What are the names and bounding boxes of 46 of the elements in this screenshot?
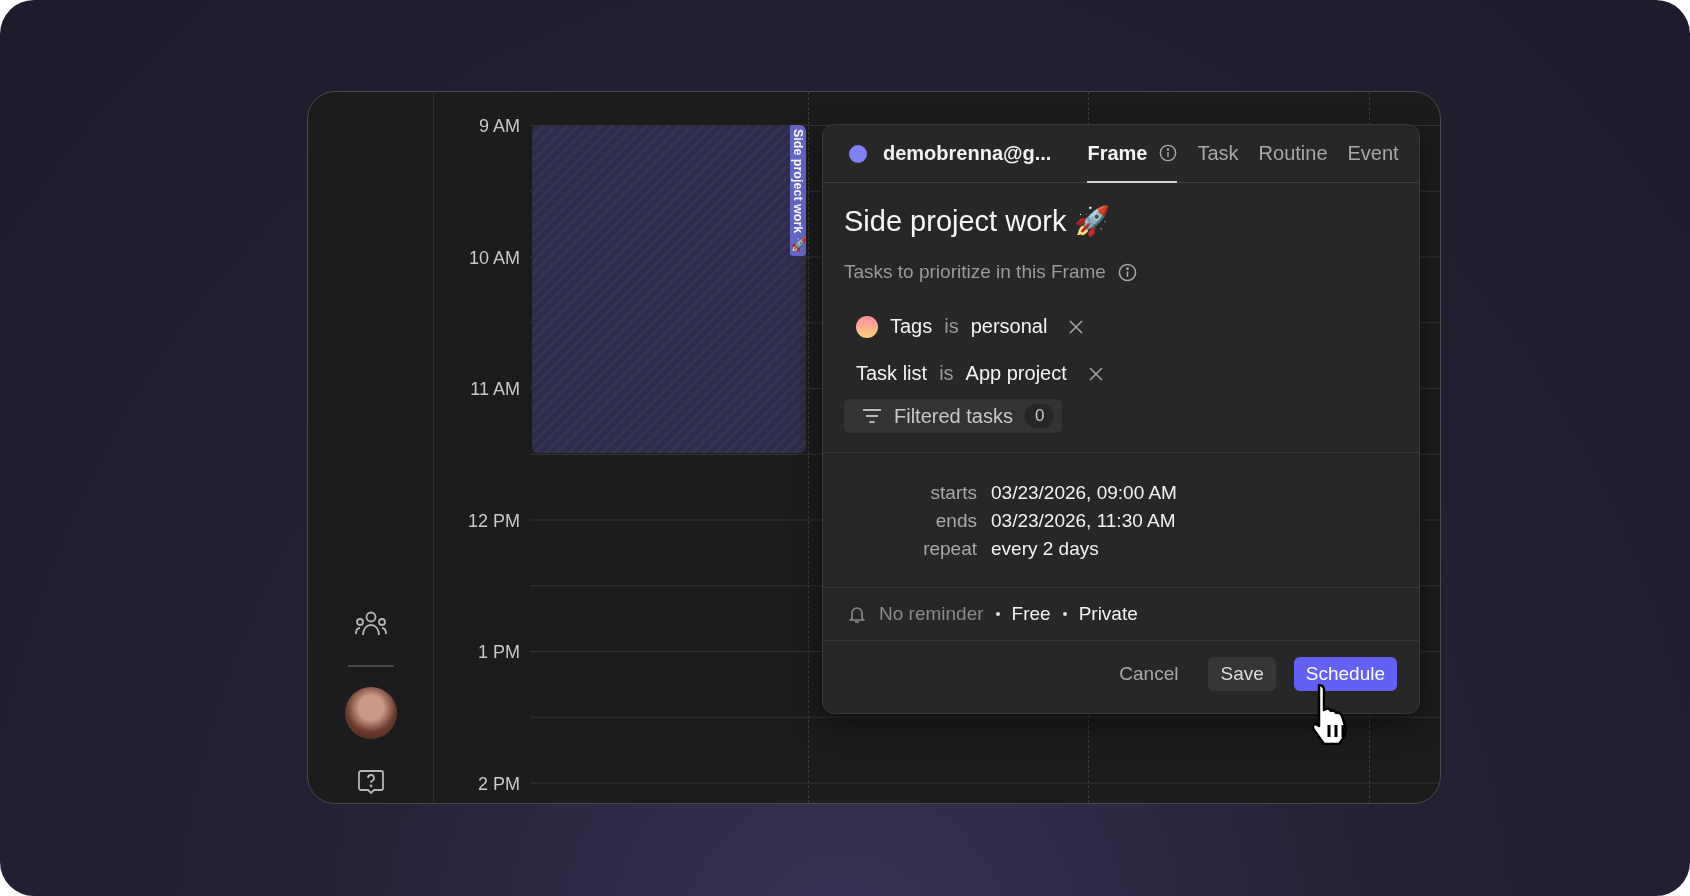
count-badge: 0 bbox=[1024, 404, 1055, 428]
time-label: 11 AM bbox=[470, 379, 520, 399]
tag-dot bbox=[856, 315, 878, 338]
event-option[interactable]: Free bbox=[1011, 603, 1051, 625]
tab[interactable]: Routine bbox=[1258, 125, 1328, 183]
event-option[interactable]: Private bbox=[1078, 603, 1138, 625]
filter-value[interactable]: personal bbox=[970, 315, 1048, 338]
avatar-photo-placeholder[interactable] bbox=[344, 687, 397, 739]
account-email[interactable]: demobrenna@g... bbox=[883, 142, 1052, 165]
info-icon[interactable] bbox=[1117, 262, 1137, 282]
filter-value[interactable]: App project bbox=[965, 362, 1067, 385]
frame-subtitle: Tasks to prioritize in this Frame bbox=[844, 261, 1106, 283]
close-icon bbox=[1088, 366, 1103, 381]
primary-button[interactable]: Schedule bbox=[1293, 657, 1397, 691]
time-label: 1 PM bbox=[478, 642, 520, 662]
filtered-tasks-button[interactable]: Filtered tasks 0 bbox=[844, 399, 1063, 433]
filter-operator: is bbox=[939, 362, 954, 385]
tab[interactable]: Event bbox=[1347, 125, 1399, 183]
time-label: 12 PM bbox=[467, 510, 520, 531]
schedule-label: ends bbox=[934, 509, 977, 533]
time-label: 10 AM bbox=[468, 247, 520, 268]
event-option[interactable]: No reminder bbox=[879, 603, 984, 625]
close-icon bbox=[1069, 319, 1084, 334]
tab[interactable]: Frame bbox=[1087, 125, 1178, 183]
filter-field: Task list bbox=[856, 362, 928, 385]
time-label: 9 AM bbox=[478, 116, 520, 136]
schedule-value[interactable]: 03/23/2026, 09:00 AM bbox=[991, 480, 1419, 505]
remove-filter-button[interactable] bbox=[1069, 319, 1084, 334]
tab[interactable]: Task bbox=[1197, 125, 1239, 183]
account-dot bbox=[849, 144, 867, 163]
event-block[interactable]: Side project work 🚀 bbox=[532, 125, 806, 453]
filter-field: Tags bbox=[890, 315, 933, 338]
info-icon[interactable] bbox=[1159, 144, 1178, 162]
secondary-button[interactable]: Save bbox=[1208, 657, 1276, 691]
remove-filter-button[interactable] bbox=[1088, 366, 1103, 381]
frame-title[interactable]: Side project work 🚀 bbox=[844, 201, 1398, 241]
text-button[interactable]: Cancel bbox=[1107, 657, 1191, 691]
schedule-value[interactable]: every 2 days bbox=[991, 536, 1419, 561]
filter-operator: is bbox=[944, 315, 959, 338]
schedule-value[interactable]: 03/23/2026, 11:30 AM bbox=[991, 508, 1419, 533]
schedule-label: repeat bbox=[922, 537, 977, 561]
time-label: 2 PM bbox=[478, 773, 520, 794]
schedule-label: starts bbox=[929, 481, 977, 505]
filter-icon bbox=[862, 409, 882, 423]
event-label: Side project work 🚀 bbox=[790, 125, 806, 256]
bell-icon bbox=[847, 604, 867, 624]
